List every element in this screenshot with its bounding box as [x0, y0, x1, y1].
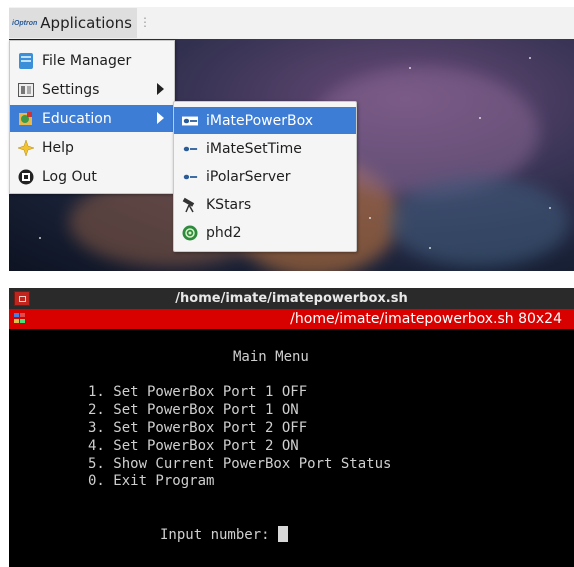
submenu-arrow-icon: [157, 112, 164, 124]
menu-item-label: Settings: [42, 81, 100, 98]
terminal-option-line: 1. Set PowerBox Port 1 OFF: [88, 384, 308, 400]
imate-icon: [182, 113, 198, 129]
phd2-icon: [182, 225, 198, 241]
terminal-prompt: Input number:: [160, 527, 279, 543]
panel-grip-icon[interactable]: ⋮: [139, 15, 151, 29]
menu-item-label: phd2: [206, 224, 242, 241]
terminal-window: /home/imate/imatepowerbox.sh /home/imate…: [9, 288, 574, 567]
submenu-arrow-icon: [157, 83, 164, 95]
applications-menu: File Manager Settings Education Help Log…: [9, 40, 175, 194]
nebula-cloud: [389, 177, 569, 267]
menu-item-label: KStars: [206, 196, 252, 213]
menu-item-label: iPolarServer: [206, 168, 291, 185]
menu-item-log-out[interactable]: Log Out: [10, 163, 174, 190]
terminal-option-line: 0. Exit Program: [88, 473, 215, 489]
menu-item-phd2[interactable]: phd2: [174, 219, 356, 246]
terminal-titlebar: /home/imate/imatepowerbox.sh: [9, 288, 574, 309]
star: [479, 117, 481, 119]
imate-icon: [182, 141, 198, 157]
terminal-option-line: 3. Set PowerBox Port 2 OFF: [88, 420, 308, 436]
menu-item-education[interactable]: Education: [10, 105, 174, 132]
applications-label: Applications: [40, 14, 132, 32]
star: [369, 217, 371, 219]
star: [549, 207, 551, 209]
terminal-cursor: [278, 526, 289, 542]
star: [409, 67, 411, 69]
menu-item-label: Help: [42, 139, 74, 156]
star: [429, 247, 431, 249]
terminal-menu-title: Main Menu: [233, 349, 309, 365]
terminal-option-line: 4. Set PowerBox Port 2 ON: [88, 438, 299, 454]
help-icon: [18, 139, 34, 156]
menu-item-label: Log Out: [42, 168, 97, 185]
terminal-screen[interactable]: Main Menu 1. Set PowerBox Port 1 OFF 2. …: [9, 329, 574, 567]
education-icon: [18, 111, 34, 127]
menu-item-file-manager[interactable]: File Manager: [10, 47, 174, 74]
star: [529, 57, 531, 59]
menu-item-label: File Manager: [42, 52, 132, 69]
menu-item-ipolarserver[interactable]: iPolarServer: [174, 163, 356, 190]
settings-icon: [18, 82, 34, 98]
menu-item-label: iMateSetTime: [206, 140, 302, 157]
telescope-icon: [182, 197, 198, 213]
menu-item-settings[interactable]: Settings: [10, 76, 174, 103]
file-manager-icon: [18, 52, 34, 69]
ioptron-logo: iOptron: [12, 19, 38, 27]
menu-item-label: Education: [42, 110, 112, 127]
menu-item-kstars[interactable]: KStars: [174, 191, 356, 218]
terminal-tab-title[interactable]: /home/imate/imatepowerbox.sh 80x24: [290, 311, 562, 327]
top-panel: iOptron Applications ⋮: [9, 7, 574, 39]
applications-button[interactable]: iOptron Applications: [9, 8, 137, 38]
terminal-option-line: 5. Show Current PowerBox Port Status: [88, 456, 392, 472]
education-submenu: iMatePowerBox iMateSetTime iPolarServer …: [173, 101, 357, 252]
menu-item-imatepowerbox[interactable]: iMatePowerBox: [174, 107, 356, 134]
terminal-input-line[interactable]: Input number:: [160, 526, 289, 543]
star: [39, 237, 41, 239]
imate-icon: [182, 169, 198, 185]
terminal-window-title: /home/imate/imatepowerbox.sh: [175, 291, 408, 306]
menu-item-label: iMatePowerBox: [206, 112, 314, 129]
menu-item-help[interactable]: Help: [10, 134, 174, 161]
terminal-tab-icon[interactable]: [14, 313, 26, 324]
log-out-icon: [18, 169, 34, 185]
menu-item-imatesettime[interactable]: iMateSetTime: [174, 135, 356, 162]
terminal-option-line: 2. Set PowerBox Port 1 ON: [88, 402, 299, 418]
terminal-tab-bar: /home/imate/imatepowerbox.sh 80x24: [9, 309, 574, 329]
